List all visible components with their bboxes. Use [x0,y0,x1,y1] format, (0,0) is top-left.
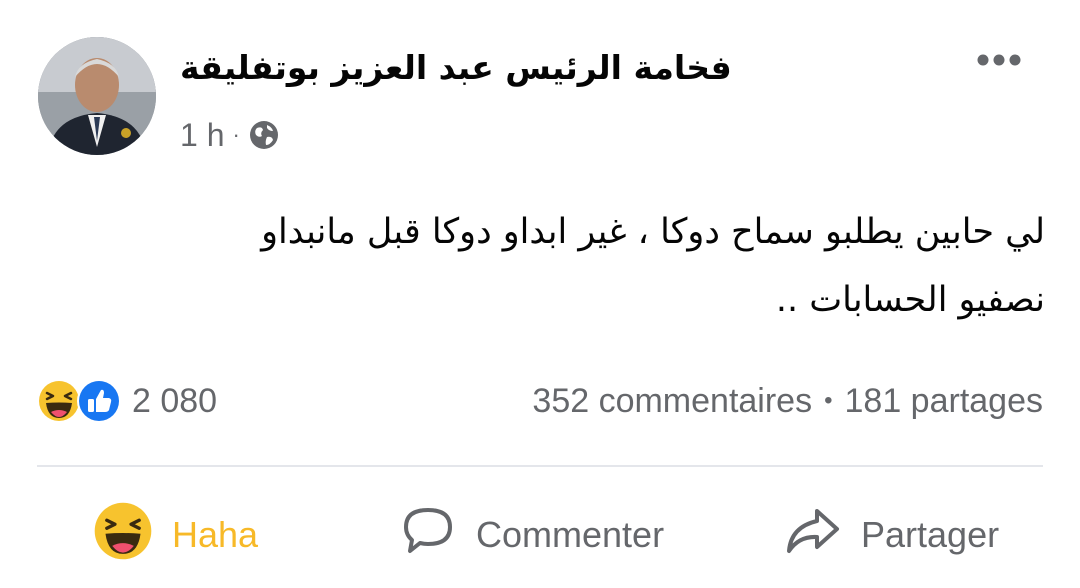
share-label: Partager [861,514,1000,555]
comment-icon [398,501,458,570]
comment-label: Commenter [476,514,665,555]
haha-button[interactable]: Haha [92,490,258,580]
avatar-portrait-image [38,37,156,155]
comments-count[interactable]: 352 commentaires [532,382,812,421]
globe-icon[interactable] [248,119,280,151]
post-text-line: نصفيو الحسابات .. [775,280,1045,320]
share-icon [783,501,843,570]
haha-icon [92,500,154,571]
facebook-post: فخامة الرئيس عبد العزيز بوتفليقة 1 h · ل… [0,0,1080,588]
divider [37,465,1043,467]
like-reaction-icon [76,378,122,424]
action-bar: Haha Commenter Partager [0,490,1080,580]
engagement-counts: 352 commentaires • 181 partages [532,375,1043,427]
share-button[interactable]: Partager [783,490,999,580]
post-meta: 1 h · [180,112,280,158]
comment-button[interactable]: Commenter [398,490,664,580]
avatar[interactable] [38,37,156,155]
post-text-line: لي حابين يطلبو سماح دوكا ، غير ابداو دوك… [261,212,1045,252]
meta-separator: · [232,122,240,147]
post-text: لي حابين يطلبو سماح دوكا ، غير ابداو دوك… [100,198,1045,334]
reactions-summary[interactable]: 2 080 [36,375,217,427]
haha-label: Haha [172,514,259,555]
page-name[interactable]: فخامة الرئيس عبد العزيز بوتفليقة [180,40,780,96]
post-time[interactable]: 1 h [180,117,224,154]
more-options-icon[interactable] [974,45,1024,75]
reaction-count: 2 080 [132,381,218,420]
shares-count[interactable]: 181 partages [845,382,1044,421]
engagement-separator: • [824,387,833,414]
